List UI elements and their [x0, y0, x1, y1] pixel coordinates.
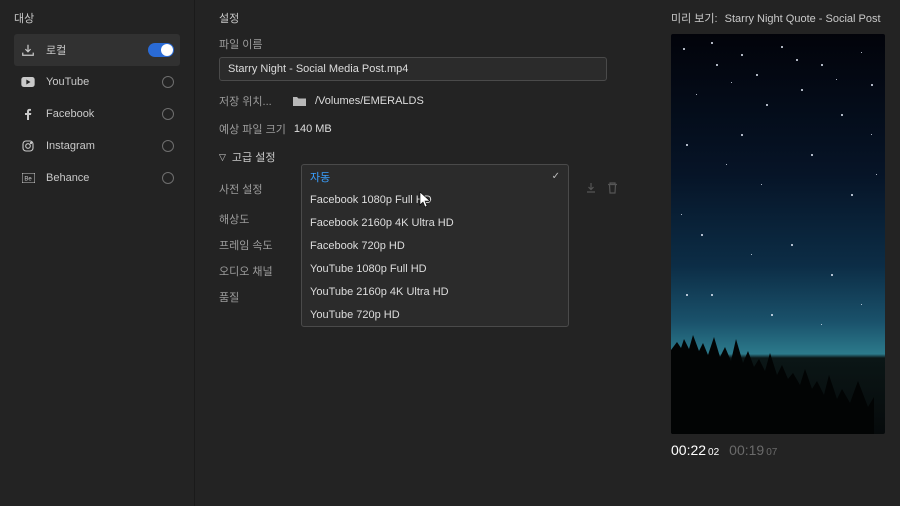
preset-option[interactable]: YouTube 2160p 4K Ultra HD — [302, 280, 568, 303]
chevron-down-icon: ▽ — [219, 152, 226, 163]
radio[interactable] — [162, 172, 174, 184]
export-dialog: 대상 로컬 YouTube Facebook I — [0, 0, 900, 506]
radio[interactable] — [162, 108, 174, 120]
save-location-label: 저장 위치... — [219, 93, 291, 109]
svg-text:Be: Be — [24, 177, 32, 183]
preset-label: 사전 설정 — [219, 181, 291, 197]
resolution-label: 해상도 — [219, 211, 291, 227]
preset-option[interactable]: YouTube 1080p Full HD — [302, 257, 568, 280]
download-icon[interactable] — [585, 182, 597, 197]
preset-option[interactable]: Facebook 1080p Full HD — [302, 188, 568, 211]
sidebar-item-label: YouTube — [46, 76, 89, 88]
sidebar-item-label: Behance — [46, 172, 89, 184]
destination-sidebar: 대상 로컬 YouTube Facebook I — [0, 0, 195, 506]
filename-label: 파일 이름 — [219, 36, 633, 52]
sidebar-item-label: Facebook — [46, 108, 94, 120]
facebook-icon — [20, 106, 36, 122]
save-location-path: /Volumes/EMERALDS — [315, 95, 424, 107]
radio[interactable] — [162, 140, 174, 152]
behance-icon: Be — [20, 170, 36, 186]
preset-option-auto[interactable]: 자동 ✓ — [302, 165, 568, 188]
sidebar-item-label: 로컬 — [46, 42, 66, 58]
filename-input[interactable]: Starry Night - Social Media Post.mp4 — [219, 57, 607, 81]
sidebar-title: 대상 — [14, 10, 180, 26]
sidebar-item-youtube[interactable]: YouTube — [14, 66, 180, 98]
filename-value: Starry Night - Social Media Post.mp4 — [228, 63, 408, 75]
est-size-value: 140 MB — [294, 123, 332, 135]
timecode-duration: 00:1907 — [729, 442, 777, 458]
advanced-label: 고급 설정 — [232, 149, 276, 165]
preset-option[interactable]: Facebook 720p HD — [302, 234, 568, 257]
sidebar-item-local[interactable]: 로컬 — [14, 34, 180, 66]
folder-icon[interactable] — [291, 94, 307, 108]
preview-title: 미리 보기: Starry Night Quote - Social Post — [671, 10, 886, 26]
est-size-row: 예상 파일 크기 140 MB — [219, 121, 633, 137]
trash-icon[interactable] — [607, 182, 618, 197]
timecode-current: 00:2202 — [671, 442, 719, 458]
preview-panel: 미리 보기: Starry Night Quote - Social Post … — [657, 0, 900, 506]
sidebar-item-facebook[interactable]: Facebook — [14, 98, 180, 130]
preset-dropdown: 자동 ✓ Facebook 1080p Full HD Facebook 216… — [301, 164, 569, 327]
advanced-settings-toggle[interactable]: ▽ 고급 설정 — [219, 149, 633, 165]
preset-option[interactable]: Facebook 2160p 4K Ultra HD — [302, 211, 568, 234]
trees-silhouette — [671, 322, 885, 434]
preview-thumbnail — [671, 34, 885, 434]
timecode-row: 00:2202 00:1907 — [671, 442, 886, 458]
toggle-switch[interactable] — [148, 43, 174, 57]
preset-option[interactable]: YouTube 720p HD — [302, 303, 568, 326]
sidebar-item-instagram[interactable]: Instagram — [14, 130, 180, 162]
youtube-icon — [20, 74, 36, 90]
radio[interactable] — [162, 76, 174, 88]
audio-label: 오디오 채널 — [219, 263, 291, 279]
quality-label: 품질 — [219, 289, 291, 305]
framerate-label: 프레임 속도 — [219, 237, 291, 253]
save-location-row: 저장 위치... /Volumes/EMERALDS — [219, 93, 633, 109]
sidebar-item-behance[interactable]: Be Behance — [14, 162, 180, 194]
export-icon — [20, 42, 36, 58]
check-icon: ✓ — [552, 171, 560, 182]
instagram-icon — [20, 138, 36, 154]
settings-panel: 설정 파일 이름 Starry Night - Social Media Pos… — [195, 0, 657, 506]
est-size-label: 예상 파일 크기 — [219, 121, 286, 137]
main-panel: 설정 파일 이름 Starry Night - Social Media Pos… — [195, 0, 900, 506]
settings-title: 설정 — [219, 10, 633, 26]
sidebar-item-label: Instagram — [46, 140, 95, 152]
preset-actions — [579, 182, 633, 197]
